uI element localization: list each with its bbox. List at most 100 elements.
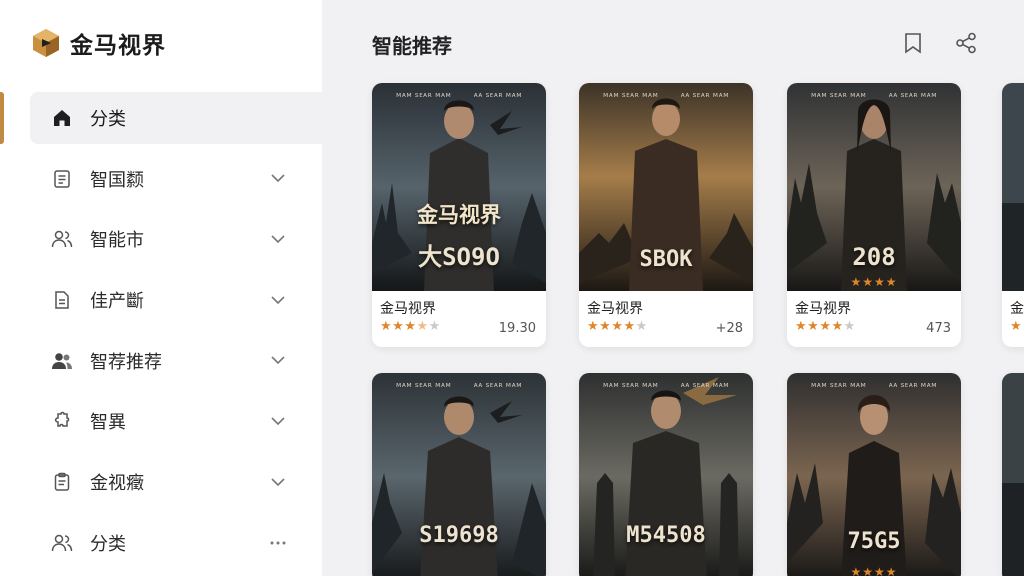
- poster-credit-left: ᴍᴀᴍ ꜱᴇᴀʀ ᴍᴀᴍ: [603, 381, 659, 389]
- sidebar-item-7[interactable]: 金视癥: [30, 456, 322, 508]
- sidebar-item-3[interactable]: 智能市: [30, 213, 322, 265]
- poster-stars: ★★★★: [850, 275, 898, 289]
- users-icon: [51, 532, 73, 554]
- movie-poster: ᴍᴀᴍ ꜱᴇᴀʀ ᴍᴀᴍ ᴀᴀ ꜱᴇᴀʀ ᴍᴀᴍ 208 ★★★★: [787, 83, 961, 291]
- sidebar-item-2[interactable]: 智国颣: [30, 153, 322, 205]
- poster-title: M54508: [626, 523, 706, 548]
- bookmark-button[interactable]: [901, 31, 925, 55]
- sidebar-item-label: 佳产斷: [90, 291, 144, 313]
- movie-poster: ᴍᴀᴍ ꜱᴇᴀʀ ᴍᴀᴍ ᴀᴀ ꜱᴇᴀʀ ᴍᴀᴍ M54508: [579, 373, 753, 576]
- star-icon: ★: [807, 319, 820, 334]
- sidebar-item-label: 分类: [90, 109, 126, 130]
- sidebar-item-label: 智異: [90, 412, 126, 434]
- star-icon: ★: [843, 319, 856, 334]
- star-icon: ★: [795, 319, 808, 334]
- star-icon: ★: [623, 319, 636, 334]
- star-icon: ★: [611, 319, 624, 334]
- main-content: 智能推荐 ᴍᴀᴍ ꜱᴇᴀʀ ᴍᴀᴍ ᴀᴀ ꜱᴇᴀʀ ᴍᴀᴍ 金马视界 大SO9O…: [322, 0, 1024, 576]
- card-count: 473: [926, 321, 951, 336]
- poster-image: [1002, 373, 1024, 576]
- poster-credit-left: ᴍᴀᴍ ꜱᴇᴀʀ ᴍᴀᴍ: [811, 381, 867, 389]
- movie-card[interactable]: ᴍᴀᴍ ꜱᴇᴀʀ ᴍᴀᴍ ᴀᴀ ꜱᴇᴀʀ ᴍᴀᴍ SBOK 金马视界 ★★★★★…: [579, 83, 753, 347]
- movie-card[interactable]: ᴍᴀᴍ ꜱᴇᴀʀ ᴍᴀᴍ ᴀᴀ ꜱᴇᴀʀ ᴍᴀᴍ 75G5 ★★★★: [787, 373, 961, 576]
- share-button[interactable]: [954, 31, 978, 55]
- sidebar-item-8[interactable]: 分类: [30, 517, 322, 569]
- poster-title: 75G5: [847, 529, 901, 554]
- poster-credits: ᴍᴀᴍ ꜱᴇᴀʀ ᴍᴀᴍ ᴀᴀ ꜱᴇᴀʀ ᴍᴀᴍ: [372, 91, 546, 99]
- poster-credits: ᴍᴀᴍ ꜱᴇᴀʀ ᴍᴀᴍ ᴀᴀ ꜱᴇᴀʀ ᴍᴀᴍ: [787, 381, 961, 389]
- poster-title: 208: [852, 243, 896, 271]
- movie-card[interactable]: ᴍᴀᴍ ꜱᴇᴀʀ ᴍᴀᴍ ᴀᴀ ꜱᴇᴀʀ ᴍᴀᴍ 金马视界 大SO9O 金马视界…: [372, 83, 546, 347]
- card-count: 19.30: [498, 321, 536, 336]
- star-rating: ★★★★★: [380, 319, 441, 334]
- poster-credit-left: ᴍᴀᴍ ꜱᴇᴀʀ ᴍᴀᴍ: [396, 381, 452, 389]
- poster-credit-right: ᴀᴀ ꜱᴇᴀʀ ᴍᴀᴍ: [888, 91, 937, 99]
- chevron-down-icon[interactable]: [268, 229, 288, 249]
- active-indicator: [0, 92, 4, 144]
- star-icon: ★: [599, 319, 612, 334]
- puzzle-icon: [51, 410, 73, 432]
- star-icon: ★: [819, 319, 832, 334]
- poster-credits: ᴍᴀᴍ ꜱᴇᴀʀ ᴍᴀᴍ ᴀᴀ ꜱᴇᴀʀ ᴍᴀᴍ: [579, 91, 753, 99]
- poster-credit-right: ᴀᴀ ꜱᴇᴀʀ ᴍᴀᴍ: [473, 91, 522, 99]
- poster-credit-left: ᴍᴀᴍ ꜱᴇᴀʀ ᴍᴀᴍ: [603, 91, 659, 99]
- bookmark-icon: [905, 33, 921, 54]
- poster-stars: ★★★★: [850, 565, 898, 576]
- brand[interactable]: 金马视界: [32, 26, 166, 60]
- sidebar-item-label: 智国颣: [90, 169, 144, 191]
- poster-title: S19698: [419, 523, 499, 548]
- star-icon: ★: [587, 319, 600, 334]
- movie-card[interactable]: ᴍᴀᴍ ꜱᴇᴀʀ ᴍᴀᴍ ᴀᴀ ꜱᴇᴀʀ ᴍᴀᴍ M54508: [579, 373, 753, 576]
- sidebar-item-label: 智荐推荐: [90, 351, 162, 373]
- poster-credit-right: ᴀᴀ ꜱᴇᴀʀ ᴍᴀᴍ: [888, 381, 937, 389]
- poster-credit-right: ᴀᴀ ꜱᴇᴀʀ ᴍᴀᴍ: [680, 381, 729, 389]
- star-icon: ★: [380, 319, 393, 334]
- sidebar-item-6[interactable]: 智異: [30, 395, 322, 447]
- movie-card-partial[interactable]: 金 ★: [1002, 83, 1024, 347]
- card-title: 金马视界: [795, 301, 851, 317]
- star-icon: ★: [404, 319, 417, 334]
- chevron-down-icon[interactable]: [268, 351, 288, 371]
- poster-credit-right: ᴀᴀ ꜱᴇᴀʀ ᴍᴀᴍ: [680, 91, 729, 99]
- clipboard-icon: [51, 471, 73, 493]
- star-rating: ★★★★★: [795, 319, 856, 334]
- star-rating: ★★★★★: [587, 319, 648, 334]
- poster-title-cn: 金马视界: [417, 203, 501, 227]
- sidebar-item-4[interactable]: 佳产斷: [30, 274, 322, 326]
- chevron-down-icon[interactable]: [268, 472, 288, 492]
- chevron-down-icon[interactable]: [268, 290, 288, 310]
- poster-credit-left: ᴍᴀᴍ ꜱᴇᴀʀ ᴍᴀᴍ: [811, 91, 867, 99]
- group-icon: [51, 350, 73, 372]
- sidebar-item-label: 金视癥: [90, 473, 144, 495]
- sidebar: 金马视界 分类 智国颣 智能市 佳产斷 智荐推荐 智異 金视癥 分类: [0, 0, 322, 576]
- movie-card[interactable]: ᴍᴀᴍ ꜱᴇᴀʀ ᴍᴀᴍ ᴀᴀ ꜱᴇᴀʀ ᴍᴀᴍ 208 ★★★★ 金马视界 ★…: [787, 83, 961, 347]
- more-icon[interactable]: [268, 533, 288, 553]
- movie-poster: ᴍᴀᴍ ꜱᴇᴀʀ ᴍᴀᴍ ᴀᴀ ꜱᴇᴀʀ ᴍᴀᴍ 75G5 ★★★★: [787, 373, 961, 576]
- chevron-down-icon[interactable]: [268, 411, 288, 431]
- movie-poster: ᴍᴀᴍ ꜱᴇᴀʀ ᴍᴀᴍ ᴀᴀ ꜱᴇᴀʀ ᴍᴀᴍ 金马视界 大SO9O: [372, 83, 546, 291]
- card-title: 金马视界: [380, 301, 436, 317]
- star-icon: ★: [831, 319, 844, 334]
- poster-title: SBOK: [639, 247, 693, 272]
- movie-poster: [1002, 373, 1024, 576]
- poster-credit-left: ᴍᴀᴍ ꜱᴇᴀʀ ᴍᴀᴍ: [396, 91, 452, 99]
- star-rating-partial: ★: [1010, 319, 1023, 334]
- star-icon: ★: [416, 319, 429, 334]
- sidebar-item-category[interactable]: 分类: [30, 92, 322, 144]
- document-icon: [51, 168, 73, 190]
- sidebar-item-5[interactable]: 智荐推荐: [30, 335, 322, 387]
- poster-title: 大SO9O: [418, 243, 500, 271]
- chevron-down-icon[interactable]: [268, 169, 288, 189]
- movie-card[interactable]: ᴍᴀᴍ ꜱᴇᴀʀ ᴍᴀᴍ ᴀᴀ ꜱᴇᴀʀ ᴍᴀᴍ S19698: [372, 373, 546, 576]
- card-title: 金: [1010, 301, 1024, 317]
- poster-credits: ᴍᴀᴍ ꜱᴇᴀʀ ᴍᴀᴍ ᴀᴀ ꜱᴇᴀʀ ᴍᴀᴍ: [787, 91, 961, 99]
- poster-credits: ᴍᴀᴍ ꜱᴇᴀʀ ᴍᴀᴍ ᴀᴀ ꜱᴇᴀʀ ᴍᴀᴍ: [372, 381, 546, 389]
- share-icon: [956, 32, 976, 54]
- movie-card-partial[interactable]: [1002, 373, 1024, 576]
- section-title: 智能推荐: [372, 34, 452, 58]
- movie-poster: ᴍᴀᴍ ꜱᴇᴀʀ ᴍᴀᴍ ᴀᴀ ꜱᴇᴀʀ ᴍᴀᴍ S19698: [372, 373, 546, 576]
- users-icon: [51, 228, 73, 250]
- logo-icon: [33, 29, 59, 57]
- home-icon: [51, 107, 73, 129]
- brand-name: 金马视界: [70, 33, 166, 59]
